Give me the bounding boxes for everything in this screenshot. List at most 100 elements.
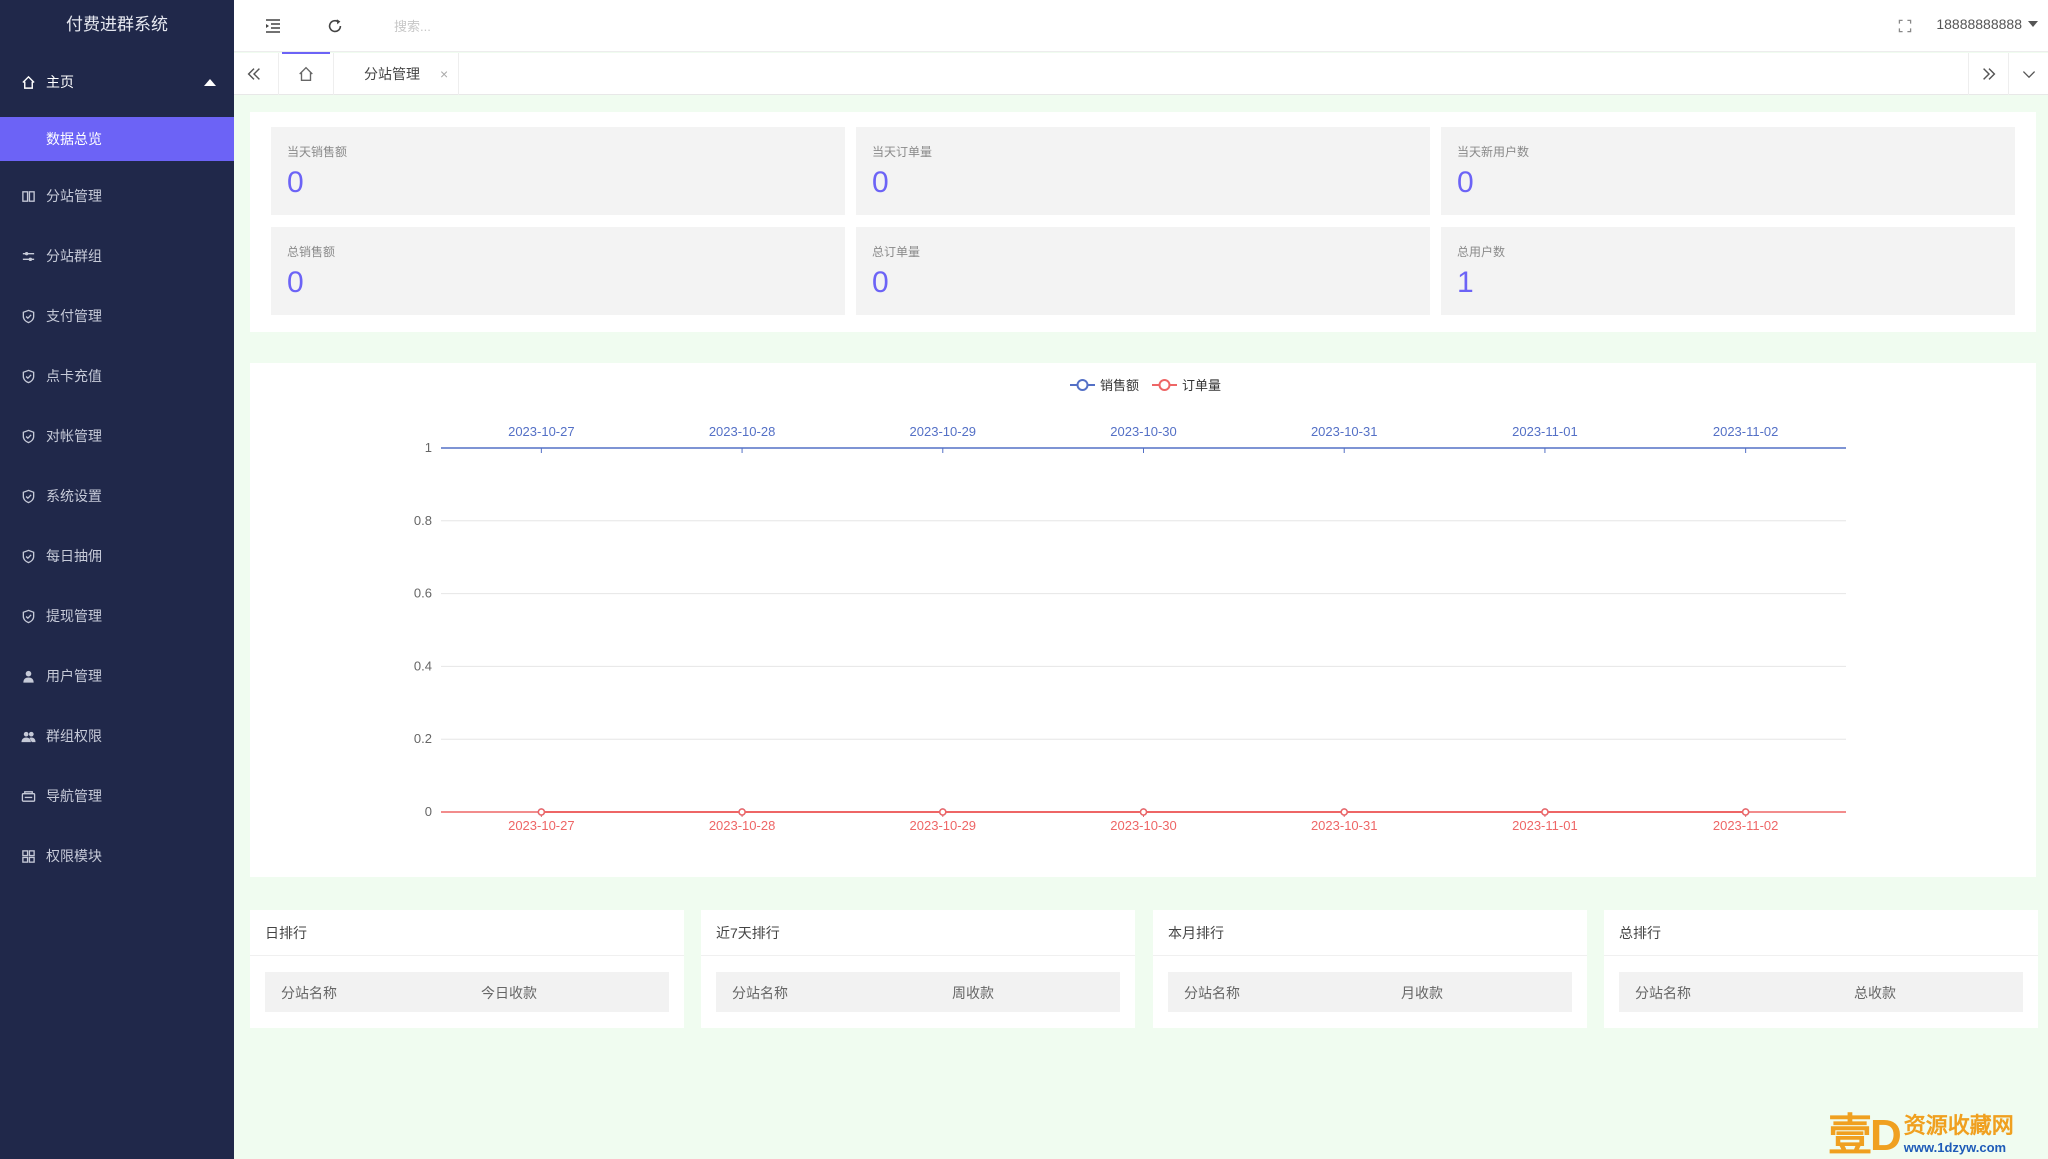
tabs-scroll-left-button[interactable] xyxy=(234,53,274,95)
shield-check-icon xyxy=(20,368,36,384)
sidebar-item-home[interactable]: 主页 xyxy=(0,60,234,104)
sidebar-item-label: 群组权限 xyxy=(46,728,102,744)
tab-site-management[interactable]: 分站管理 × xyxy=(334,53,460,95)
sidebar-item-daily-commission[interactable]: 每日抽佣 xyxy=(0,534,234,578)
sidebar-item-sites[interactable]: 分站管理 xyxy=(0,174,234,218)
x-tick-label-bottom: 2023-10-27 xyxy=(508,818,575,833)
sidebar-item-settings[interactable]: 系统设置 xyxy=(0,474,234,518)
watermark-url: www.1dzyw.com xyxy=(1903,1139,2007,1155)
shield-check-icon xyxy=(20,428,36,444)
legend-label: 订单量 xyxy=(1182,378,1221,393)
sidebar-item-users[interactable]: 用户管理 xyxy=(0,654,234,698)
topbar: 18888888888 xyxy=(234,0,2048,52)
x-tick-label-top: 2023-10-30 xyxy=(1110,424,1177,439)
x-tick-label-bottom: 2023-10-30 xyxy=(1110,818,1177,833)
data-point xyxy=(1741,808,1750,816)
column-header: 分站名称 xyxy=(732,985,788,1001)
x-tick-label-top: 2023-10-27 xyxy=(508,424,575,439)
tab-label: 分站管理 xyxy=(364,66,420,82)
chart-panel: 1 0.8 0.6 0.4 0.2 0 2023-10-27 2023-10-27 2023-1… xyxy=(250,363,2036,877)
column-header: 分站名称 xyxy=(281,985,337,1001)
search-input[interactable] xyxy=(394,15,614,37)
y-tick-label: 1 xyxy=(425,440,432,455)
user-icon xyxy=(20,668,36,684)
fullscreen-icon xyxy=(1898,19,1912,33)
close-icon[interactable]: × xyxy=(440,66,448,82)
sidebar-item-label: 分站管理 xyxy=(46,188,102,204)
y-tick-label: 0.4 xyxy=(414,658,432,673)
shield-check-icon xyxy=(20,308,36,324)
x-tick-label-bottom: 2023-10-28 xyxy=(709,818,776,833)
sidebar-item-label: 分站群组 xyxy=(46,248,102,264)
column-header: 月收款 xyxy=(1401,985,1443,1001)
sidebar-item-label: 主页 xyxy=(46,74,74,90)
stat-value: 0 xyxy=(287,266,304,299)
data-point xyxy=(537,808,546,816)
stat-value: 0 xyxy=(872,266,889,299)
shield-check-icon xyxy=(20,488,36,504)
ranking-table-header: 分站名称 今日收款 xyxy=(265,972,669,1012)
sidebar-item-withdrawal[interactable]: 提现管理 xyxy=(0,594,234,638)
x-tick-label-top: 2023-11-01 xyxy=(1512,424,1578,439)
double-chevron-right-icon xyxy=(1982,68,1995,80)
menu-fold-icon xyxy=(266,19,280,33)
watermark: 壹D 资源收藏网 www.1dzyw.com xyxy=(1828,1103,2048,1159)
stat-label: 总订单量 xyxy=(872,245,921,259)
sidebar-item-card-recharge[interactable]: 点卡充值 xyxy=(0,354,234,398)
watermark-name: 资源收藏网 xyxy=(1903,1112,2014,1138)
data-point xyxy=(939,808,947,816)
username: 18888888888 xyxy=(1936,16,2022,32)
stat-label: 当天新用户数 xyxy=(1457,145,1530,159)
y-tick-label: 0.2 xyxy=(414,731,432,746)
sidebar-item-navigation[interactable]: 导航管理 xyxy=(0,774,234,818)
tabs-menu-button[interactable] xyxy=(2008,53,2048,95)
data-point xyxy=(738,808,746,816)
ranking-title: 本月排行 xyxy=(1153,910,1587,956)
sidebar-item-permission-modules[interactable]: 权限模块 xyxy=(0,834,234,878)
x-tick-label-bottom: 2023-11-01 xyxy=(1512,818,1578,833)
ranking-title: 近7天排行 xyxy=(701,910,1135,956)
sidebar-item-group-permissions[interactable]: 群组权限 xyxy=(0,714,234,758)
sidebar-item-site-groups[interactable]: 分站群组 xyxy=(0,234,234,278)
ranking-weekly: 近7天排行 分站名称 周收款 xyxy=(701,910,1135,1028)
stat-card-today-sales: 当天销售额 0 xyxy=(271,127,845,215)
sidebar-item-reconciliation[interactable]: 对帐管理 xyxy=(0,414,234,458)
y-tick-label: 0.8 xyxy=(414,513,432,528)
shield-check-icon xyxy=(20,548,36,564)
user-menu[interactable]: 18888888888 xyxy=(1936,16,2038,32)
legend-marker xyxy=(1076,379,1089,391)
sidebar-item-label: 提现管理 xyxy=(46,608,102,624)
sliders-icon xyxy=(20,248,36,264)
chevron-down-icon xyxy=(2022,71,2035,79)
stat-value: 0 xyxy=(872,166,889,199)
sidebar-item-payment[interactable]: 支付管理 xyxy=(0,294,234,338)
fullscreen-button[interactable] xyxy=(1892,13,1918,39)
ranking-table-header: 分站名称 总收款 xyxy=(1619,972,2023,1012)
ranking-title: 总排行 xyxy=(1604,910,2038,956)
sidebar-item-label: 每日抽佣 xyxy=(46,548,102,564)
stat-value: 0 xyxy=(287,166,304,199)
tab-home[interactable] xyxy=(278,53,334,95)
stat-card-total-orders: 总订单量 0 xyxy=(856,227,1430,315)
stat-card-today-orders: 当天订单量 0 xyxy=(856,127,1430,215)
watermark-logo: 壹D xyxy=(1828,1111,1902,1159)
sidebar-item-overview[interactable]: 数据总览 xyxy=(0,117,234,161)
data-point xyxy=(1340,808,1348,816)
sidebar-item-label: 点卡充值 xyxy=(46,368,102,384)
grid-icon xyxy=(20,848,36,864)
ranking-total: 总排行 分站名称 总收款 xyxy=(1604,910,2038,1028)
toggle-sidebar-button[interactable] xyxy=(260,13,286,39)
stats-panel: 当天销售额 0 当天订单量 0 当天新用户数 0 总销售额 0 总订单量 0 总… xyxy=(250,112,2036,332)
sidebar-item-label: 系统设置 xyxy=(46,488,102,504)
stat-value: 1 xyxy=(1457,266,1474,299)
refresh-icon xyxy=(328,19,342,33)
ranking-title: 日排行 xyxy=(250,910,684,956)
legend-label: 销售额 xyxy=(1100,378,1139,393)
stat-card-total-users: 总用户数 1 xyxy=(1441,227,2015,315)
stat-label: 总用户数 xyxy=(1457,245,1506,259)
y-tick-label: 0.6 xyxy=(414,586,432,601)
tabs-scroll-right-button[interactable] xyxy=(1968,53,2008,95)
refresh-button[interactable] xyxy=(322,13,348,39)
users-icon xyxy=(20,728,36,744)
ranking-table-header: 分站名称 月收款 xyxy=(1168,972,1572,1012)
